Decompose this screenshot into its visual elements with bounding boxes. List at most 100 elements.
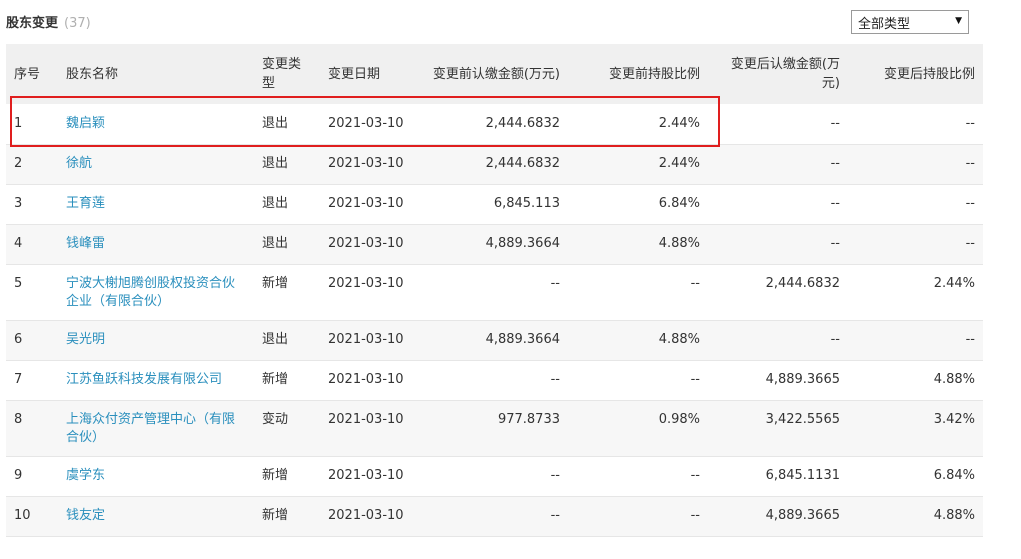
cell-shareholder-name: 钱友定 bbox=[58, 496, 254, 536]
cell-ratio-before: 2.44% bbox=[658, 115, 700, 131]
column-header-change-type: 变更类型 bbox=[254, 44, 320, 104]
section-title: 股东变更 bbox=[6, 16, 59, 31]
cell-shareholder-name: 王育莲 bbox=[58, 184, 254, 224]
table-row: 9 虞学东 新增 2021-03-10 -- -- 6,845.1131 6.84% bbox=[6, 456, 983, 496]
cell-amount-before: 977.8733 bbox=[497, 411, 560, 427]
cell-index: 9 bbox=[14, 468, 23, 483]
column-header-shareholder-name: 股东名称 bbox=[58, 44, 254, 104]
cell-index: 2 bbox=[14, 156, 23, 171]
cell-change-type: 退出 bbox=[262, 236, 289, 251]
change-type-select[interactable]: 全部类型 ▼ bbox=[851, 10, 969, 34]
record-count: (37) bbox=[64, 16, 91, 31]
cell-amount-after: -- bbox=[830, 115, 840, 131]
cell-change-date: 2021-03-10 bbox=[328, 115, 404, 131]
cell-shareholder-name: 江苏鱼跃科技发展有限公司 bbox=[58, 360, 254, 400]
cell-change-type: 退出 bbox=[262, 115, 289, 131]
shareholder-link[interactable]: 钱友定 bbox=[66, 508, 105, 523]
cell-change-date: 2021-03-10 bbox=[328, 411, 404, 427]
cell-ratio-after: 2.44% bbox=[933, 275, 975, 291]
cell-change-type: 新增 bbox=[262, 468, 289, 483]
cell-shareholder-name: 宁波大榭旭腾创股权投资合伙企业（有限合伙） bbox=[58, 264, 254, 320]
cell-change-date: 2021-03-10 bbox=[328, 468, 404, 483]
cell-ratio-after: -- bbox=[965, 115, 975, 131]
table-row: 2 徐航 退出 2021-03-10 2,444.6832 2.44% -- -- bbox=[6, 144, 983, 184]
cell-amount-before: 4,889.3664 bbox=[485, 236, 560, 251]
cell-ratio-after: -- bbox=[965, 196, 975, 211]
shareholder-link[interactable]: 魏启颖 bbox=[66, 116, 105, 131]
cell-index: 10 bbox=[14, 508, 31, 523]
cell-amount-after: 6,845.1131 bbox=[765, 468, 840, 483]
cell-amount-after: -- bbox=[830, 156, 840, 171]
table-row: 4 钱峰雷 退出 2021-03-10 4,889.3664 4.88% -- -- bbox=[6, 224, 983, 264]
cell-change-type: 新增 bbox=[262, 275, 289, 291]
cell-ratio-before: 4.88% bbox=[658, 236, 700, 251]
cell-amount-before: -- bbox=[550, 372, 560, 387]
cell-amount-after: -- bbox=[830, 236, 840, 251]
cell-shareholder-name: 徐航 bbox=[58, 144, 254, 184]
cell-ratio-before: 6.84% bbox=[658, 196, 700, 211]
shareholder-link[interactable]: 宁波大榭旭腾创股权投资合伙企业（有限合伙） bbox=[66, 276, 235, 309]
cell-ratio-before: 2.44% bbox=[658, 156, 700, 171]
cell-ratio-before: -- bbox=[690, 468, 700, 483]
shareholder-link[interactable]: 钱峰雷 bbox=[66, 236, 105, 251]
cell-ratio-after: 4.88% bbox=[933, 508, 975, 523]
cell-ratio-after: -- bbox=[965, 236, 975, 251]
cell-ratio-after: -- bbox=[965, 332, 975, 347]
cell-amount-before: 6,845.113 bbox=[493, 196, 560, 211]
cell-ratio-after: 4.88% bbox=[933, 372, 975, 387]
cell-index: 7 bbox=[14, 372, 23, 387]
cell-change-type: 新增 bbox=[262, 508, 289, 523]
table-row: 1 魏启颖 退出 2021-03-10 2,444.6832 2.44% -- -- bbox=[6, 104, 983, 144]
cell-amount-after: 3,422.5565 bbox=[765, 411, 840, 427]
cell-ratio-after: 3.42% bbox=[933, 411, 975, 427]
cell-change-type: 新增 bbox=[262, 372, 289, 387]
cell-ratio-before: 0.98% bbox=[658, 411, 700, 427]
shareholder-link[interactable]: 江苏鱼跃科技发展有限公司 bbox=[66, 372, 222, 387]
cell-index: 6 bbox=[14, 332, 23, 347]
cell-ratio-after: -- bbox=[965, 156, 975, 171]
cell-change-type: 变动 bbox=[262, 411, 289, 427]
column-header-amount-after: 变更后认缴金额(万元) bbox=[708, 44, 848, 104]
cell-change-date: 2021-03-10 bbox=[328, 196, 404, 211]
cell-index: 5 bbox=[14, 275, 23, 291]
cell-amount-after: 4,889.3665 bbox=[765, 508, 840, 523]
cell-amount-before: -- bbox=[550, 275, 560, 291]
cell-amount-before: 2,444.6832 bbox=[485, 115, 560, 131]
cell-ratio-before: 4.88% bbox=[658, 332, 700, 347]
cell-amount-before: -- bbox=[550, 468, 560, 483]
shareholder-link[interactable]: 王育莲 bbox=[66, 196, 105, 211]
column-header-ratio-before: 变更前持股比例 bbox=[568, 44, 708, 104]
cell-change-date: 2021-03-10 bbox=[328, 156, 404, 171]
shareholder-link[interactable]: 上海众付资产管理中心（有限合伙） bbox=[66, 412, 235, 445]
cell-amount-before: -- bbox=[550, 508, 560, 523]
section-header: 股东变更 (37) bbox=[6, 12, 91, 31]
shareholder-link[interactable]: 吴光明 bbox=[66, 332, 105, 347]
cell-index: 8 bbox=[14, 411, 23, 427]
cell-amount-before: 2,444.6832 bbox=[485, 156, 560, 171]
table-row: 7 江苏鱼跃科技发展有限公司 新增 2021-03-10 -- -- 4,889.3665 4… bbox=[6, 360, 983, 400]
cell-amount-after: 4,889.3665 bbox=[765, 372, 840, 387]
table-row: 6 吴光明 退出 2021-03-10 4,889.3664 4.88% -- -- bbox=[6, 320, 983, 360]
cell-change-type: 退出 bbox=[262, 196, 289, 211]
cell-ratio-after: 6.84% bbox=[933, 468, 975, 483]
cell-change-date: 2021-03-10 bbox=[328, 236, 404, 251]
cell-change-date: 2021-03-10 bbox=[328, 332, 404, 347]
cell-amount-after: 2,444.6832 bbox=[765, 275, 840, 291]
cell-change-type: 退出 bbox=[262, 156, 289, 171]
cell-index: 4 bbox=[14, 236, 23, 251]
table-row: 10 钱友定 新增 2021-03-10 -- -- 4,889.3665 4.88% bbox=[6, 496, 983, 536]
cell-shareholder-name: 钱峰雷 bbox=[58, 224, 254, 264]
shareholder-link[interactable]: 徐航 bbox=[66, 156, 92, 171]
cell-shareholder-name: 虞学东 bbox=[58, 456, 254, 496]
shareholder-link[interactable]: 虞学东 bbox=[66, 468, 105, 483]
column-header-amount-before: 变更前认缴金额(万元) bbox=[418, 44, 568, 104]
cell-index: 3 bbox=[14, 196, 23, 211]
cell-shareholder-name: 魏启颖 bbox=[58, 104, 254, 144]
cell-index: 1 bbox=[14, 115, 23, 131]
cell-change-type: 退出 bbox=[262, 332, 289, 347]
table-row: 5 宁波大榭旭腾创股权投资合伙企业（有限合伙） 新增 2021-03-10 -- -- 2,… bbox=[6, 264, 983, 320]
cell-amount-after: -- bbox=[830, 196, 840, 211]
table-row: 3 王育莲 退出 2021-03-10 6,845.113 6.84% -- -- bbox=[6, 184, 983, 224]
cell-ratio-before: -- bbox=[690, 275, 700, 291]
cell-change-date: 2021-03-10 bbox=[328, 275, 404, 291]
